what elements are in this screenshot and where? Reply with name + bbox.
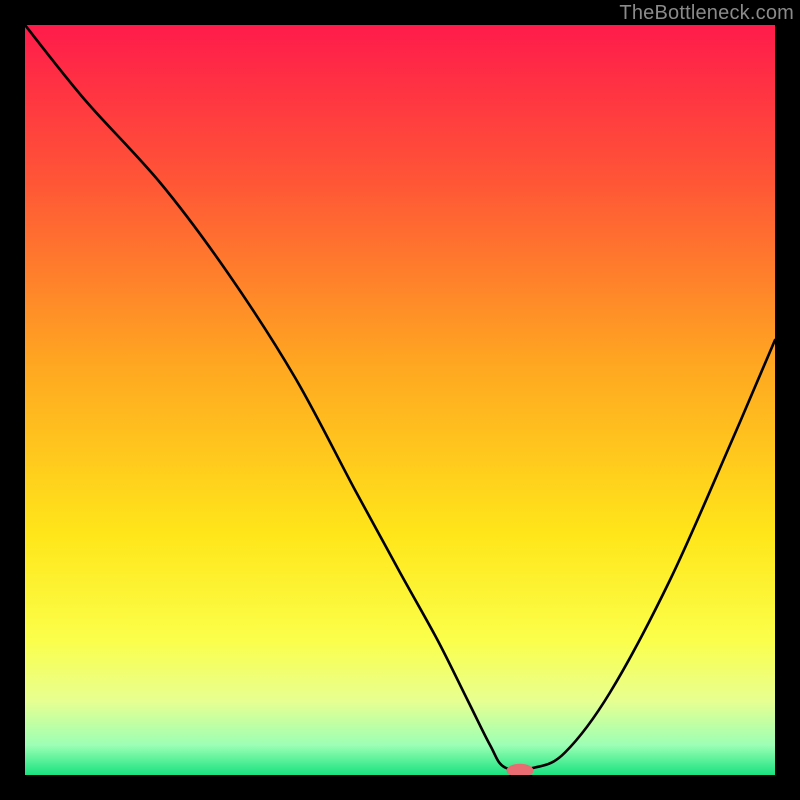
gradient-background — [25, 25, 775, 775]
plot-area — [25, 25, 775, 775]
chart-frame: TheBottleneck.com — [0, 0, 800, 800]
watermark-text: TheBottleneck.com — [619, 2, 794, 25]
chart-svg — [25, 25, 775, 775]
